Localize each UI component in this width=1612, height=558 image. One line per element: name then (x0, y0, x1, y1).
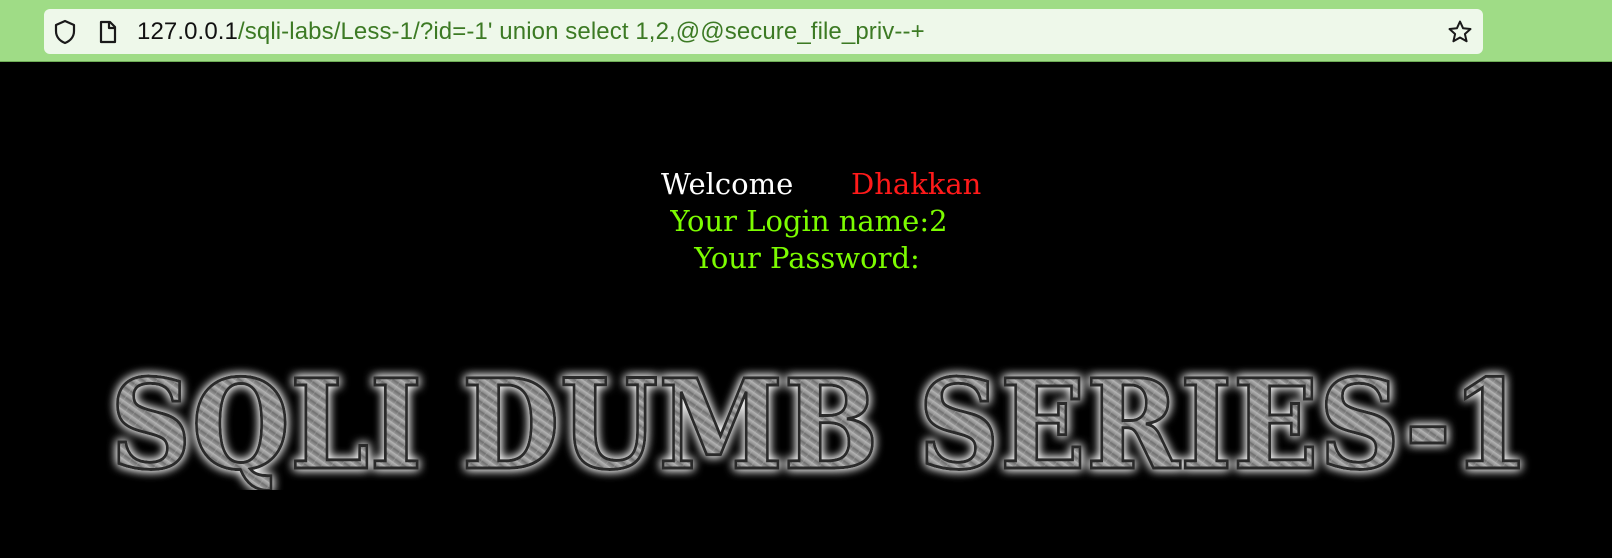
welcome-line: Welcome Dhakkan (0, 166, 1612, 203)
banner-text: SQLI DUMB SERIES-1 (110, 353, 1530, 490)
shield-icon[interactable] (53, 19, 77, 45)
page-icon[interactable] (96, 19, 120, 45)
url-text[interactable]: 127.0.0.1/sqli-labs/Less-1/?id=-1' union… (137, 9, 925, 54)
page-content: Welcome Dhakkan Your Login name:2 Your P… (0, 62, 1612, 558)
browser-toolbar: 127.0.0.1/sqli-labs/Less-1/?id=-1' union… (0, 0, 1612, 62)
welcome-name: Dhakkan (851, 167, 982, 201)
login-result: Welcome Dhakkan Your Login name:2 Your P… (0, 166, 1612, 277)
url-path: /sqli-labs/Less-1/?id=-1' union select 1… (238, 18, 925, 45)
url-host: 127.0.0.1 (137, 18, 238, 45)
password-line: Your Password: (694, 241, 920, 275)
login-name-line: Your Login name:2 (670, 204, 948, 238)
address-bar[interactable]: 127.0.0.1/sqli-labs/Less-1/?id=-1' union… (44, 9, 1483, 54)
star-icon[interactable] (1447, 19, 1473, 45)
welcome-text: Welcome (661, 167, 794, 201)
banner-logo: SQLI DUMB SERIES-1 (109, 352, 1532, 491)
